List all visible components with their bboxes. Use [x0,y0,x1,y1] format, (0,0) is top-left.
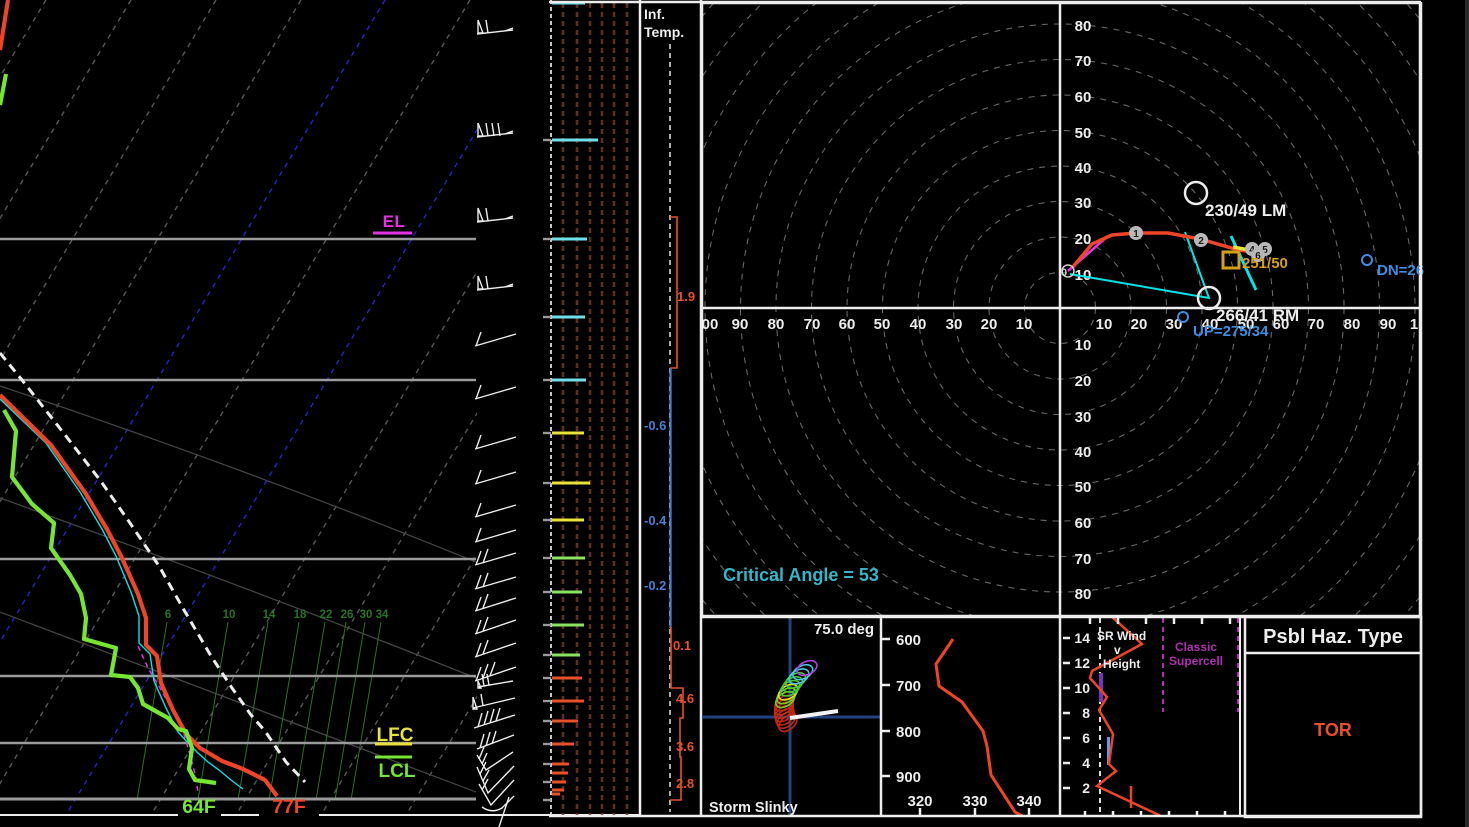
svg-text:-0.2: -0.2 [644,578,666,593]
svg-text:EL: EL [383,212,406,231]
svg-text:3.6: 3.6 [676,739,694,754]
svg-text:6: 6 [1082,730,1090,746]
svg-text:Classic: Classic [1175,640,1217,654]
svg-text:14: 14 [263,609,276,621]
svg-text:70: 70 [804,316,821,333]
svg-text:20: 20 [1131,316,1148,333]
svg-text:900: 900 [896,769,921,786]
svg-text:50: 50 [1075,125,1092,142]
svg-text:80: 80 [1075,586,1092,603]
svg-text:1: 1 [1133,229,1139,240]
svg-text:600: 600 [896,632,921,649]
svg-text:TOR: TOR [1314,720,1352,740]
svg-text:-0.4: -0.4 [644,513,667,528]
svg-text:700: 700 [896,678,921,695]
svg-text:10: 10 [1074,680,1090,696]
svg-text:26: 26 [341,609,354,621]
svg-text:80: 80 [768,316,785,333]
svg-text:20: 20 [1075,373,1092,390]
svg-text:60: 60 [1075,515,1092,532]
svg-text:70: 70 [1075,551,1092,568]
svg-text:Critical Angle = 53: Critical Angle = 53 [723,565,879,585]
svg-text:90: 90 [732,316,749,333]
svg-text:40: 40 [910,316,927,333]
svg-text:Inf.: Inf. [644,6,665,22]
svg-text:0: 0 [1061,267,1067,279]
svg-text:SR Wind: SR Wind [1097,629,1146,643]
svg-text:10: 10 [1096,316,1113,333]
svg-text:12: 12 [1074,655,1090,671]
svg-text:UP=275/34: UP=275/34 [1193,323,1269,340]
svg-text:50: 50 [874,316,891,333]
svg-text:50: 50 [1075,479,1092,496]
svg-text:70: 70 [1075,53,1092,70]
svg-text:64F: 64F [182,796,216,818]
svg-text:10: 10 [223,609,236,621]
svg-text:30: 30 [1075,409,1092,426]
svg-text:DN=26: DN=26 [1377,262,1424,279]
svg-text:14: 14 [1074,630,1090,646]
svg-text:2: 2 [1082,780,1090,796]
svg-text:LCL: LCL [379,761,416,782]
svg-text:90: 90 [1380,316,1397,333]
svg-text:8: 8 [1082,705,1090,721]
svg-text:LFC: LFC [377,725,414,746]
svg-text:251/50: 251/50 [1242,255,1288,272]
svg-text:00: 00 [702,316,719,333]
svg-text:70: 70 [1308,316,1325,333]
svg-text:340: 340 [1016,793,1041,810]
svg-text:80: 80 [1344,316,1361,333]
svg-text:800: 800 [896,724,921,741]
svg-text:30: 30 [946,316,963,333]
svg-text:20: 20 [981,316,998,333]
svg-text:-0.6: -0.6 [644,418,666,433]
svg-text:30: 30 [360,609,373,621]
svg-text:30: 30 [1075,195,1092,212]
svg-text:330: 330 [962,793,987,810]
svg-text:1.9: 1.9 [677,289,695,304]
svg-text:2.8: 2.8 [676,776,694,791]
svg-text:0.1: 0.1 [673,638,691,653]
svg-text:6: 6 [165,609,171,621]
svg-text:Height: Height [1103,657,1140,671]
svg-text:60: 60 [1075,89,1092,106]
svg-text:Storm Slinky: Storm Slinky [709,800,798,816]
svg-text:30: 30 [1166,316,1183,333]
svg-text:75.0 deg: 75.0 deg [814,621,874,638]
svg-text:4.6: 4.6 [676,691,694,706]
svg-text:22: 22 [320,609,333,621]
svg-text:80: 80 [1075,18,1092,35]
svg-text:320: 320 [907,793,932,810]
svg-text:Supercell: Supercell [1169,654,1223,668]
svg-text:77F: 77F [272,796,306,818]
svg-text:18: 18 [294,609,307,621]
svg-text:60: 60 [839,316,856,333]
svg-text:10: 10 [1016,316,1033,333]
svg-text:230/49 LM: 230/49 LM [1205,201,1286,220]
svg-text:34: 34 [376,609,389,621]
svg-text:40: 40 [1075,444,1092,461]
svg-text:1: 1 [1410,316,1418,333]
svg-text:10: 10 [1075,337,1092,354]
svg-text:40: 40 [1075,160,1092,177]
svg-text:Psbl Haz. Type: Psbl Haz. Type [1263,626,1403,648]
svg-text:v: v [1114,643,1121,657]
svg-text:4: 4 [1082,755,1090,771]
svg-text:2: 2 [1198,236,1204,247]
svg-text:Temp.: Temp. [644,24,684,40]
